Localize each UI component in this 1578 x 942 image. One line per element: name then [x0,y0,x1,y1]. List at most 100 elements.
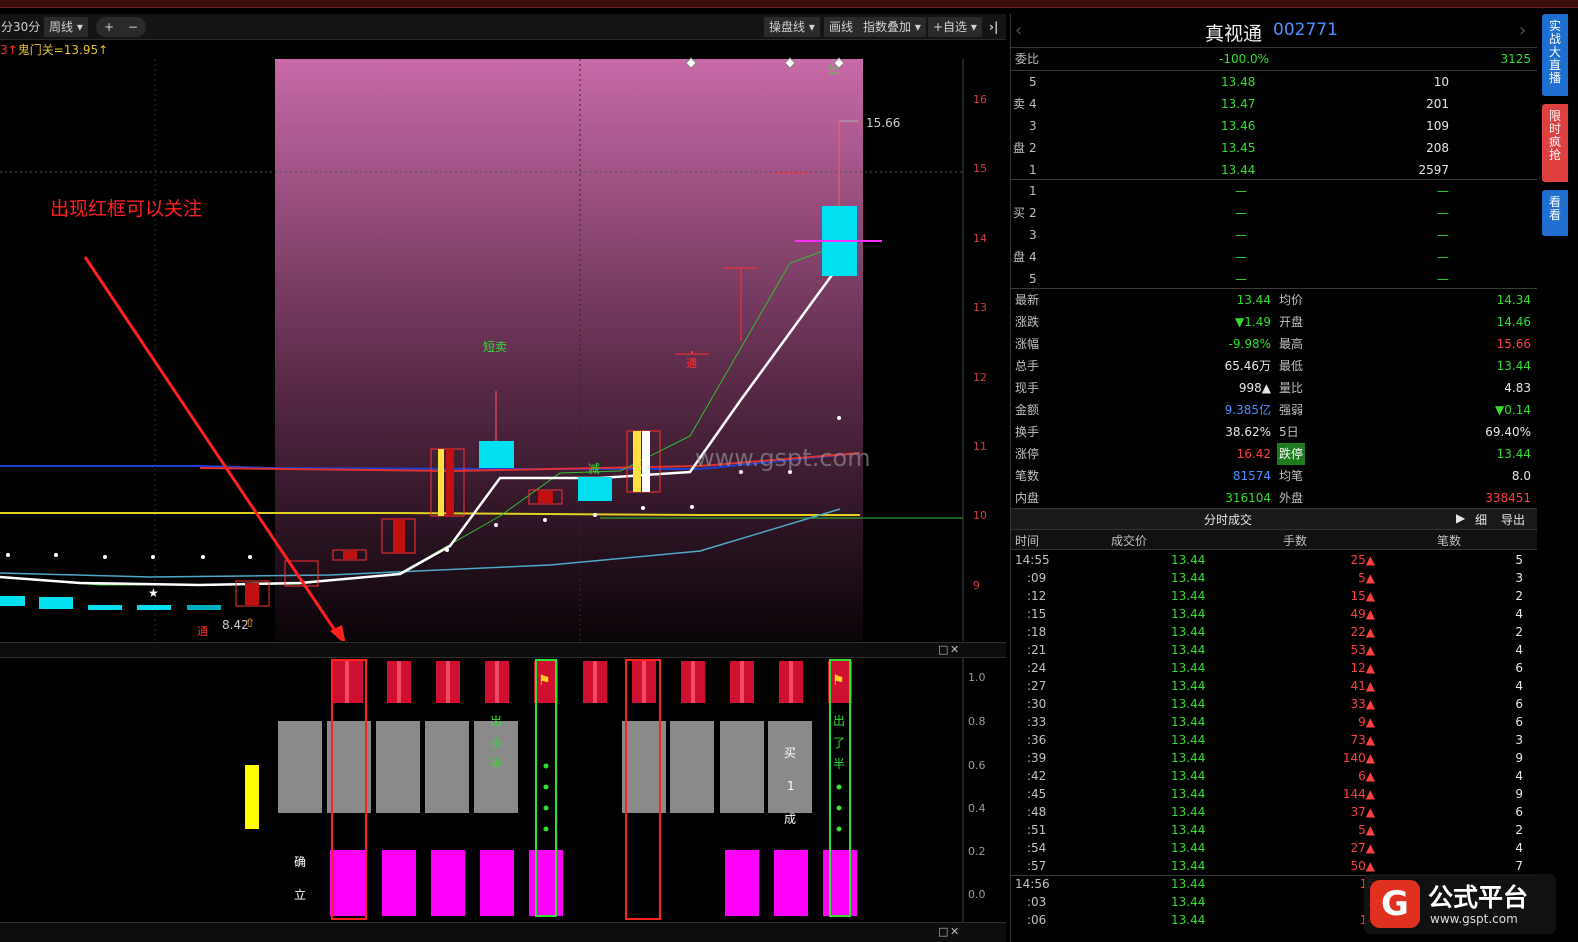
stat-value: -9.98% [1228,337,1271,351]
sub-indicator-chart[interactable]: 1.0 0.8 0.6 0.4 0.2 0.0 ⚑ ⚑ 出 小 半 出 了 半 … [0,658,1006,922]
trade-price: 13.44 [1171,787,1206,801]
bottom-chart-bar: □ ✕ [0,922,1006,942]
trade-time: :42 [1027,769,1047,783]
trade-row[interactable]: :33 13.44 9▲ 6 [1011,713,1537,731]
sell-level-row[interactable]: 1 13.44 2597 [1011,159,1537,181]
level-price: — [1235,228,1247,242]
zoom-out-button[interactable]: − [120,17,147,37]
trade-volume: 22▲ [1350,625,1376,639]
stat-label: 金额 [1015,403,1040,417]
chevron-down-icon: ▾ [914,20,921,34]
buy-level-row[interactable]: 3 — — [1011,224,1537,246]
level-price: — [1235,272,1247,286]
sub-text-cheng: 成 [784,812,796,826]
trade-row[interactable]: :51 13.44 5▲ 2 [1011,821,1537,839]
paint-button[interactable]: 画线 [824,17,859,37]
trade-count: 6 [1515,715,1523,729]
sell-level-row[interactable]: 5 13.48 10 [1011,71,1537,93]
maximize-icon[interactable]: □ [938,925,948,938]
stock-header: ‹ 真视通 002771 › [1011,14,1537,48]
draw-line-dropdown[interactable]: 操盘线 ▾ [764,17,820,37]
watchlist-dropdown[interactable]: +自选 ▾ [928,17,982,37]
side-tab-live[interactable]: 实战大直播 [1542,14,1568,96]
trade-volume: 49▲ [1350,607,1376,621]
stat-label: 跌停 [1277,443,1306,465]
trade-row[interactable]: :30 13.44 33▲ 6 [1011,695,1537,713]
level-volume: 201 [1426,97,1449,111]
trade-count: 6 [1515,697,1523,711]
trade-row[interactable]: :57 13.44 50▲ 7 [1011,857,1537,875]
period-30min-button[interactable]: 30分 [8,17,45,37]
trades-export-button[interactable]: 导出 [1501,511,1525,528]
zoom-in-button[interactable]: + [96,17,123,37]
index-overlay-dropdown[interactable]: 指数叠加 ▾ [858,17,926,37]
next-stock-icon[interactable]: › [1519,20,1526,41]
annotation-text: 出现红框可以关注 [50,198,202,220]
stat-row: 内盘 316104 外盘 338451 [1011,487,1537,509]
logo-mark-icon: G [1370,880,1420,928]
side-tab-flash-label: 限时疯抢 [1548,109,1561,162]
sub-text-le-2: 了 [833,736,845,750]
sell-level-row[interactable]: 3 13.46 109 [1011,115,1537,137]
close-icon[interactable]: ✕ [950,643,959,656]
trade-row[interactable]: :21 13.44 53▲ 4 [1011,641,1537,659]
trade-row[interactable]: :12 13.44 15▲ 2 [1011,587,1537,605]
trade-count: 9 [1515,751,1523,765]
trade-count: 4 [1515,841,1523,855]
level-volume: 10 [1433,75,1449,89]
week-line-dropdown[interactable]: 周线 ▾ [44,17,88,37]
trade-row[interactable]: :09 13.44 5▲ 3 [1011,569,1537,587]
trade-count: 4 [1515,643,1523,657]
stat-row: 笔数 81574 均笔 8.0 [1011,465,1537,487]
trade-price: 13.44 [1171,733,1206,747]
trade-price: 13.44 [1171,859,1206,873]
side-tab-look[interactable]: 看看 [1542,190,1568,236]
level-number: 1 [1029,184,1037,198]
trade-row[interactable]: :27 13.44 41▲ 4 [1011,677,1537,695]
trade-row[interactable]: :42 13.44 6▲ 4 [1011,767,1537,785]
weibi-value: -100.0% [1219,52,1270,66]
trade-row[interactable]: 14:55 13.44 25▲ 5 [1011,551,1537,569]
sell-level-row[interactable]: 4 13.47 201 [1011,93,1537,115]
trade-row[interactable]: :39 13.44 140▲ 9 [1011,749,1537,767]
buy-level-row[interactable]: 4 — — [1011,246,1537,268]
stat-label: 涨跌 [1015,315,1040,329]
buy-level-row[interactable]: 5 — — [1011,268,1537,290]
trade-count: 2 [1515,823,1523,837]
trade-price: 13.44 [1171,913,1206,927]
stat-row: 现手 998▲ 量比 4.83 [1011,377,1537,399]
side-tab-flash-sale[interactable]: 限时疯抢 [1542,104,1568,182]
prev-stock-icon[interactable]: ‹ [1015,20,1022,41]
trade-row[interactable]: :45 13.44 144▲ 9 [1011,785,1537,803]
stat-value: ▼0.14 [1495,403,1531,417]
level-number: 5 [1029,272,1037,286]
trade-time: 14:56 [1015,877,1050,891]
close-icon[interactable]: ✕ [950,925,959,938]
level-number: 4 [1029,250,1037,264]
price-label-10: 10 [973,509,987,522]
stock-name: 真视通 [1205,23,1263,45]
trade-row[interactable]: :36 13.44 73▲ 3 [1011,731,1537,749]
buy-level-row[interactable]: 1 — — [1011,180,1537,202]
stat-value: 65.46万 [1224,359,1271,373]
trade-row[interactable]: :48 13.44 37▲ 6 [1011,803,1537,821]
level-volume: — [1437,250,1449,264]
trade-price: 13.44 [1171,715,1206,729]
trade-row[interactable]: :24 13.44 12▲ 6 [1011,659,1537,677]
trade-row[interactable]: :54 13.44 27▲ 4 [1011,839,1537,857]
stat-value: 13.44 [1236,293,1271,307]
collapse-panel-button[interactable]: ›| [984,17,1003,37]
trade-row[interactable]: :18 13.44 22▲ 2 [1011,623,1537,641]
play-icon[interactable]: ▶ [1456,511,1465,525]
trade-price: 13.44 [1171,751,1206,765]
maximize-icon[interactable]: □ [938,643,948,656]
stat-value: 14.46 [1496,315,1531,329]
sell-level-row[interactable]: 2 13.45 208 [1011,137,1537,159]
trade-price: 13.44 [1171,769,1206,783]
trades-detail-button[interactable]: 细 [1475,511,1487,528]
price-label-15: 15 [973,162,987,175]
trade-row[interactable]: :15 13.44 49▲ 4 [1011,605,1537,623]
buy-level-row[interactable]: 2 — — [1011,202,1537,224]
main-candlestick-chart[interactable]: 16 15 14 13 12 11 10 9 ★ 15.66 8.42 通 ⇧ … [0,41,1006,641]
trade-volume: 27▲ [1350,841,1376,855]
